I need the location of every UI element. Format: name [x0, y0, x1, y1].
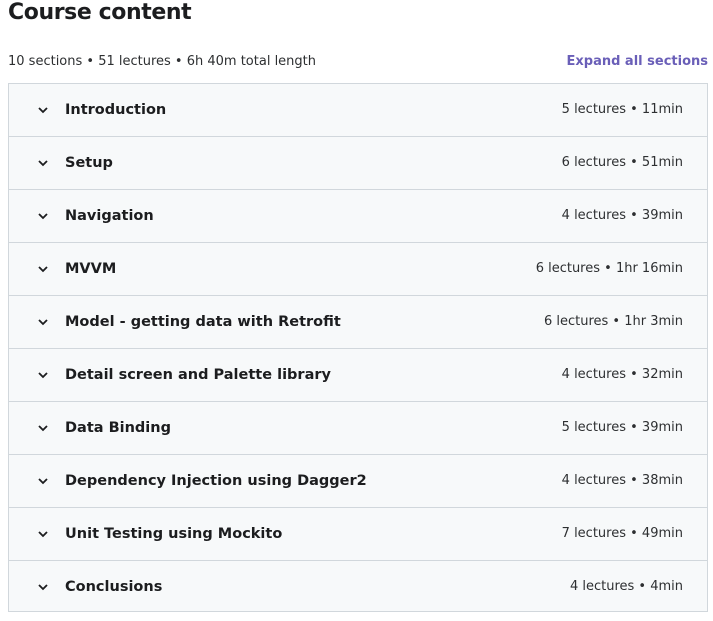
section-info: 4 lectures • 39min [561, 208, 683, 223]
section-info: 7 lectures • 49min [561, 526, 683, 541]
chevron-down-icon [38, 425, 48, 432]
section-item[interactable]: Detail screen and Palette library 4 lect… [9, 349, 707, 402]
section-item[interactable]: Data Binding 5 lectures • 39min [9, 402, 707, 455]
section-title: Navigation [65, 208, 154, 224]
chevron-down-icon [38, 531, 48, 538]
section-item[interactable]: Unit Testing using Mockito 7 lectures • … [9, 508, 707, 561]
section-info: 5 lectures • 39min [561, 420, 683, 435]
section-title: Unit Testing using Mockito [65, 526, 283, 542]
section-info: 6 lectures • 1hr 3min [543, 314, 683, 329]
section-info: 4 lectures • 32min [561, 367, 683, 382]
chevron-down-icon [38, 213, 48, 220]
section-title: Introduction [65, 102, 167, 118]
chevron-down-icon [38, 372, 48, 379]
section-title: MVVM [65, 261, 117, 277]
section-item[interactable]: Navigation 4 lectures • 39min [9, 190, 707, 243]
section-list: Introduction 5 lectures • 11min Setup 6 … [8, 83, 708, 612]
section-title: Model - getting data with Retrofit [65, 314, 341, 330]
section-title: Dependency Injection using Dagger2 [65, 473, 367, 489]
section-item[interactable]: Model - getting data with Retrofit 6 lec… [9, 296, 707, 349]
section-item[interactable]: Introduction 5 lectures • 11min [9, 84, 707, 137]
section-info: 6 lectures • 1hr 16min [535, 261, 683, 276]
chevron-down-icon [38, 266, 48, 273]
section-info: 4 lectures • 4min [569, 579, 683, 594]
chevron-down-icon [38, 584, 48, 591]
section-title: Detail screen and Palette library [65, 367, 331, 383]
chevron-down-icon [38, 160, 48, 167]
section-title: Setup [65, 155, 113, 171]
chevron-down-icon [38, 319, 48, 326]
section-info: 5 lectures • 11min [561, 102, 683, 117]
section-item[interactable]: Conclusions 4 lectures • 4min [9, 561, 707, 612]
section-item[interactable]: MVVM 6 lectures • 1hr 16min [9, 243, 707, 296]
section-info: 4 lectures • 38min [561, 473, 683, 488]
chevron-down-icon [38, 107, 48, 114]
section-title: Conclusions [65, 579, 163, 595]
section-title: Data Binding [65, 420, 171, 436]
page-title: Course content [8, 0, 192, 25]
section-item[interactable]: Setup 6 lectures • 51min [9, 137, 707, 190]
expand-all-sections-button[interactable]: Expand all sections [567, 53, 709, 71]
section-item[interactable]: Dependency Injection using Dagger2 4 lec… [9, 455, 707, 508]
course-summary: 10 sections • 51 lectures • 6h 40m total… [8, 54, 317, 69]
course-summary-row: 10 sections • 51 lectures • 6h 40m total… [8, 53, 708, 71]
section-list-bottom-border [8, 611, 708, 612]
chevron-down-icon [38, 478, 48, 485]
section-info: 6 lectures • 51min [561, 155, 683, 170]
